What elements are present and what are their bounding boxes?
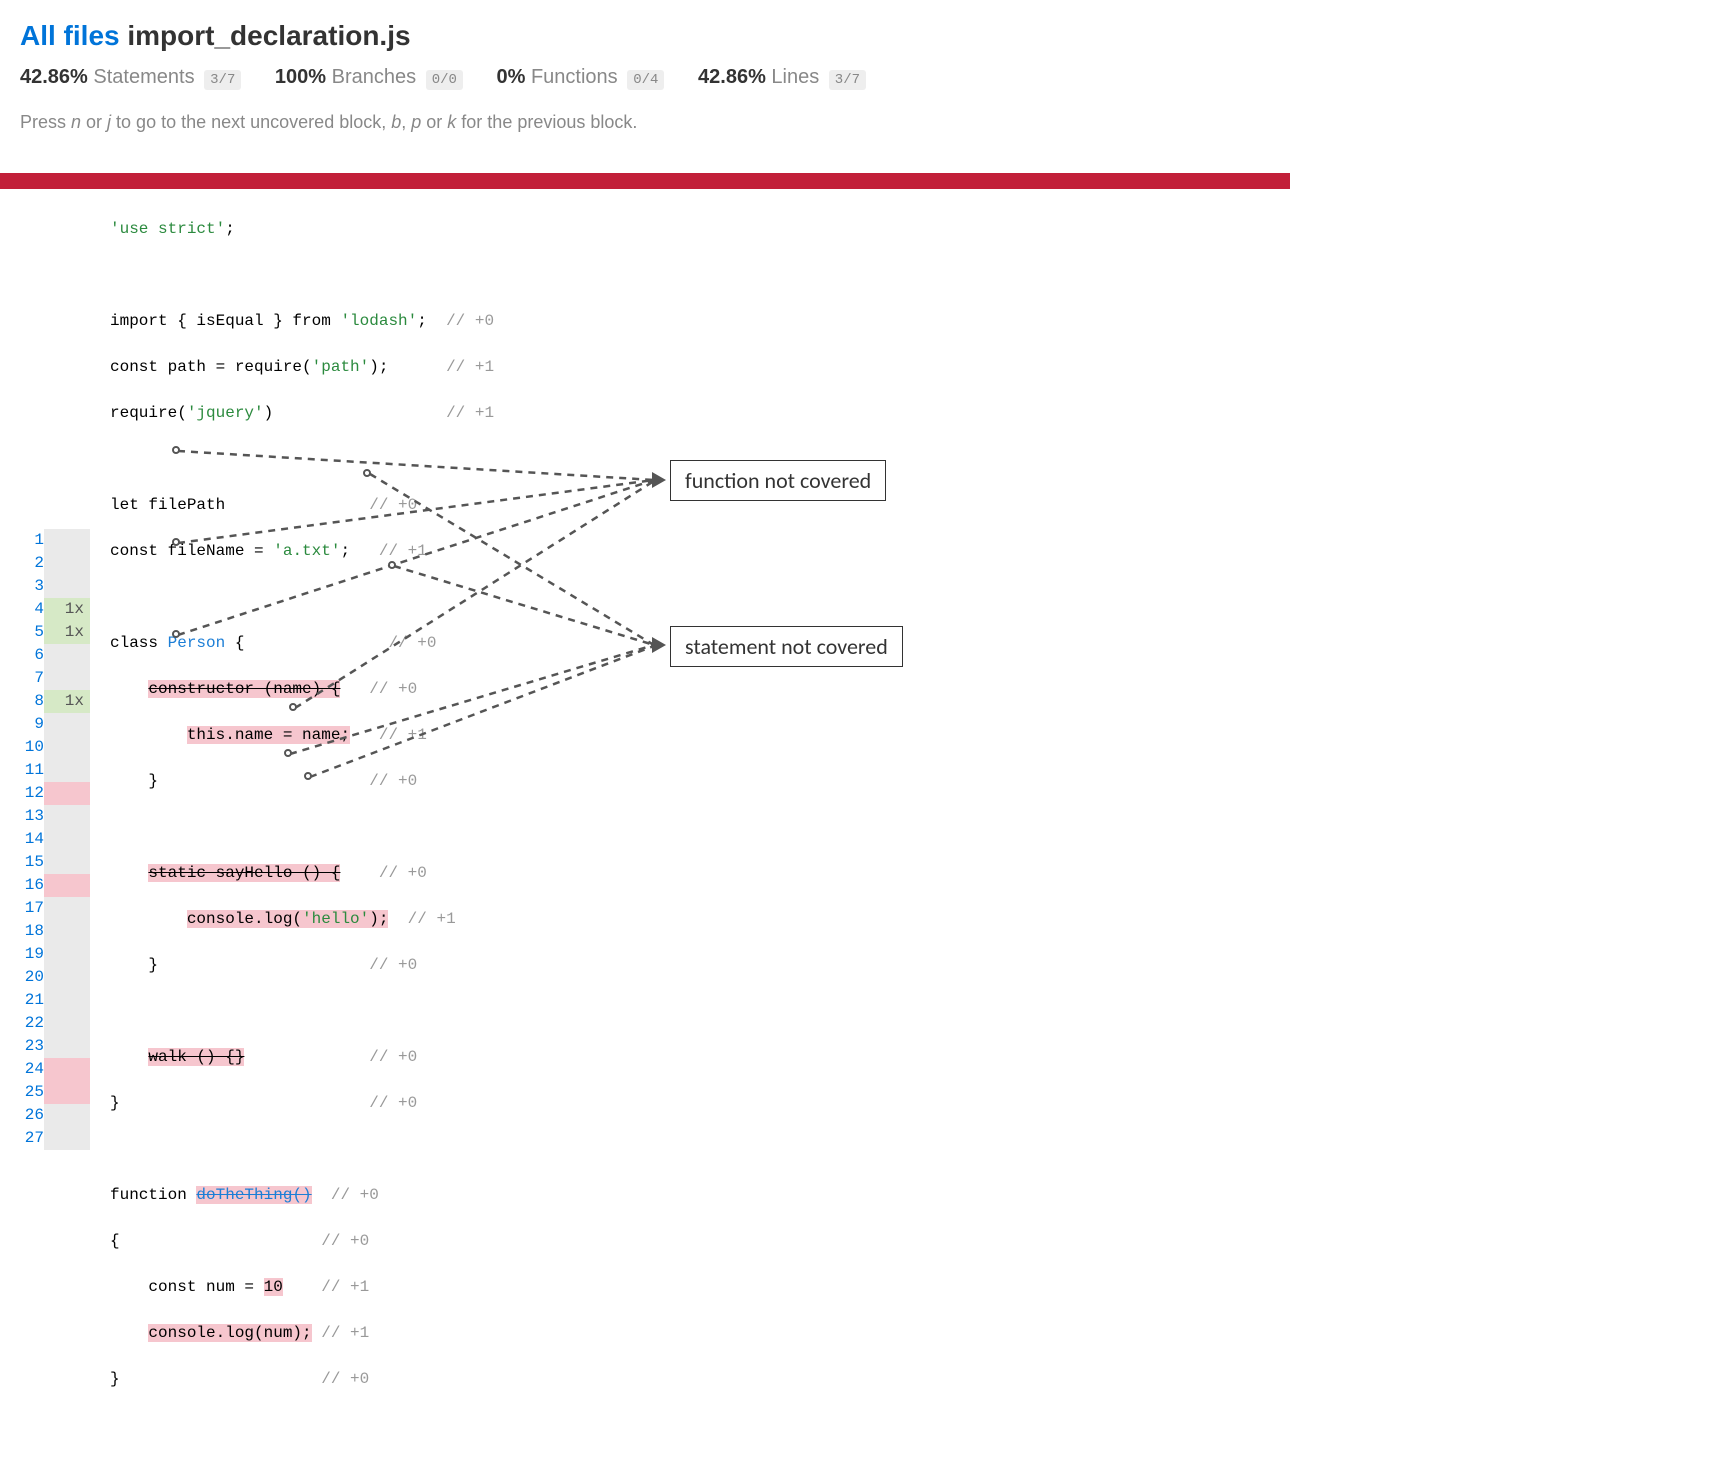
code-line — [110, 586, 494, 609]
stat-statements-badge: 3/7 — [204, 70, 241, 90]
stat-lines-label: Lines — [771, 66, 819, 88]
code-line — [110, 264, 494, 287]
code-line: } // +0 — [110, 1092, 494, 1115]
breadcrumb-filename: import_declaration.js — [127, 20, 410, 51]
uncovered-fn: static sayHello () { — [148, 864, 340, 882]
code-line: require('jquery') // +1 — [110, 402, 494, 425]
code-line: constructor (name) { // +0 — [110, 678, 494, 701]
code-line: class Person { // +0 — [110, 632, 494, 655]
hit-count-gutter: 1x1x1x — [44, 195, 90, 1482]
code-line: function doTheThing() // +0 — [110, 1184, 494, 1207]
code-line: walk () {} // +0 — [110, 1046, 494, 1069]
code-line — [110, 1414, 494, 1437]
breadcrumb: All files import_declaration.js — [20, 20, 1270, 52]
code-body: 1 2 3 4 5 6 7 8 9 10 11 12 13 14 15 16 1… — [0, 189, 1290, 1482]
code-line: static sayHello () { // +0 — [110, 862, 494, 885]
code-line — [110, 816, 494, 839]
code-line: } // +0 — [110, 770, 494, 793]
stat-functions-label: Functions — [531, 66, 618, 88]
keyboard-hint: Press n or j to go to the next uncovered… — [20, 112, 1270, 133]
stat-lines: 42.86% Lines 3/7 — [698, 66, 866, 90]
code-line — [110, 1138, 494, 1161]
uncovered-stmt: console.log('hello'); — [187, 910, 389, 928]
code-line: const num = 10 // +1 — [110, 1276, 494, 1299]
code-line: 'use strict'; — [110, 218, 494, 241]
coverage-stats: 42.86% Statements 3/7 100% Branches 0/0 … — [20, 66, 1270, 90]
source-column: 'use strict'; import { isEqual } from 'l… — [90, 195, 494, 1482]
breadcrumb-root-link[interactable]: All files — [20, 20, 120, 51]
stat-branches-badge: 0/0 — [426, 70, 463, 90]
code-line: this.name = name; // +1 — [110, 724, 494, 747]
stat-branches-label: Branches — [332, 66, 417, 88]
line-number-gutter: 1 2 3 4 5 6 7 8 9 10 11 12 13 14 15 16 1… — [18, 195, 44, 1482]
stat-lines-badge: 3/7 — [829, 70, 866, 90]
stat-branches: 100% Branches 0/0 — [275, 66, 463, 90]
stat-functions-pct: 0% — [496, 66, 525, 88]
code-line: console.log('hello'); // +1 — [110, 908, 494, 931]
stat-statements: 42.86% Statements 3/7 — [20, 66, 241, 90]
stat-statements-label: Statements — [93, 66, 194, 88]
header: All files import_declaration.js 42.86% S… — [0, 0, 1290, 133]
stat-functions-badge: 0/4 — [627, 70, 664, 90]
stat-branches-pct: 100% — [275, 66, 326, 88]
code-line: } // +0 — [110, 954, 494, 977]
stat-functions: 0% Functions 0/4 — [496, 66, 664, 90]
code-line: console.log(num); // +1 — [110, 1322, 494, 1345]
code-line — [110, 1000, 494, 1023]
coverage-divider-bar — [0, 173, 1290, 189]
stat-lines-pct: 42.86% — [698, 66, 766, 88]
coverage-report-root: All files import_declaration.js 42.86% S… — [0, 0, 1290, 870]
code-line: import { isEqual } from 'lodash'; // +0 — [110, 310, 494, 333]
code-line: const fileName = 'a.txt'; // +1 — [110, 540, 494, 563]
code-line — [110, 448, 494, 471]
stat-statements-pct: 42.86% — [20, 66, 88, 88]
code-line: } // +0 — [110, 1368, 494, 1391]
code-line: const path = require('path'); // +1 — [110, 356, 494, 379]
code-line: { // +0 — [110, 1230, 494, 1253]
code-line: let filePath // +0 — [110, 494, 494, 517]
